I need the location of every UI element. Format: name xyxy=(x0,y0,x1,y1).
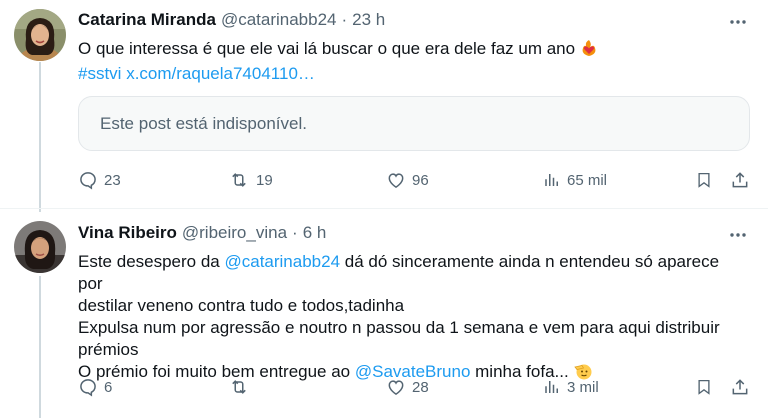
author-handle[interactable]: @catarinabb24 xyxy=(221,10,337,30)
post-text-segment: Este desespero da xyxy=(78,252,225,271)
author-handle[interactable]: @ribeiro_vina xyxy=(182,223,287,243)
bookmark-button[interactable] xyxy=(695,375,713,399)
repost-icon xyxy=(232,173,246,187)
action-bar: 23 19 96 65 mil xyxy=(78,168,750,192)
reply-button[interactable]: 23 xyxy=(78,168,121,192)
thread-line-top xyxy=(39,62,41,212)
reply-icon xyxy=(80,172,96,190)
post-time[interactable]: 23 h xyxy=(352,10,385,30)
repost-button[interactable]: 19 xyxy=(228,168,273,192)
like-icon xyxy=(388,173,404,188)
post-text-line: prémios xyxy=(78,340,139,359)
avatar[interactable] xyxy=(14,9,66,61)
post-text-line: O que interessa é que ele vai lá buscar … xyxy=(78,39,576,58)
more-icon[interactable] xyxy=(728,225,748,245)
like-count: 28 xyxy=(412,378,429,396)
post-header: Vina Ribeiro @ribeiro_vina · 6 h xyxy=(78,222,326,244)
repost-button[interactable] xyxy=(228,375,256,399)
like-button[interactable]: 96 xyxy=(386,168,429,192)
share-button[interactable] xyxy=(730,375,750,399)
repost-icon xyxy=(232,380,246,394)
post-divider xyxy=(0,208,768,209)
views-count: 3 mil xyxy=(567,378,599,396)
bookmark-icon xyxy=(698,172,710,188)
like-button[interactable]: 28 xyxy=(386,375,429,399)
author-name[interactable]: Vina Ribeiro xyxy=(78,223,177,243)
reply-count: 6 xyxy=(104,378,113,396)
heart-on-fire-emoji xyxy=(580,39,598,63)
post-time[interactable]: 6 h xyxy=(303,223,327,243)
views-button[interactable]: 65 mil xyxy=(543,168,607,192)
share-icon xyxy=(732,379,748,395)
repost-count: 19 xyxy=(256,171,273,189)
separator-dot: · xyxy=(292,223,298,242)
separator-dot: · xyxy=(341,10,348,29)
more-icon[interactable] xyxy=(728,12,748,32)
views-button[interactable]: 3 mil xyxy=(543,375,599,399)
post-text-line: Expulsa num por agressão e noutro n pass… xyxy=(78,318,720,337)
hashtag-link[interactable]: #sstvi xyxy=(78,64,121,83)
reply-icon xyxy=(80,379,96,397)
views-icon xyxy=(545,381,558,393)
quote-unavailable-text: Este post está indisponível. xyxy=(100,113,307,133)
quote-unavailable-card: Este post está indisponível. xyxy=(78,96,750,151)
bookmark-icon xyxy=(698,379,710,395)
share-icon xyxy=(732,172,748,188)
url-link[interactable]: x.com/raquela7404110… xyxy=(126,64,315,83)
avatar[interactable] xyxy=(14,221,66,273)
views-count: 65 mil xyxy=(567,171,608,189)
thread-line-bottom xyxy=(39,276,41,418)
action-bar: 6 28 3 mil xyxy=(78,375,750,399)
views-icon xyxy=(545,174,558,186)
bookmark-button[interactable] xyxy=(695,168,713,192)
reply-count: 23 xyxy=(104,171,121,189)
post-text-line: destilar veneno contra tudo e todos,tadi… xyxy=(78,296,405,315)
post-text: O que interessa é que ele vai lá buscar … xyxy=(78,38,748,85)
mention-link[interactable]: @catarinabb24 xyxy=(224,252,340,271)
reply-button[interactable]: 6 xyxy=(78,375,112,399)
share-button[interactable] xyxy=(730,168,750,192)
like-count: 96 xyxy=(412,171,429,189)
author-name[interactable]: Catarina Miranda xyxy=(78,10,216,30)
like-icon xyxy=(388,380,404,395)
post-text: Este desespero da @catarinabb24 dá dó si… xyxy=(78,251,748,386)
post-header: Catarina Miranda @catarinabb24 · 23 h xyxy=(78,9,385,31)
